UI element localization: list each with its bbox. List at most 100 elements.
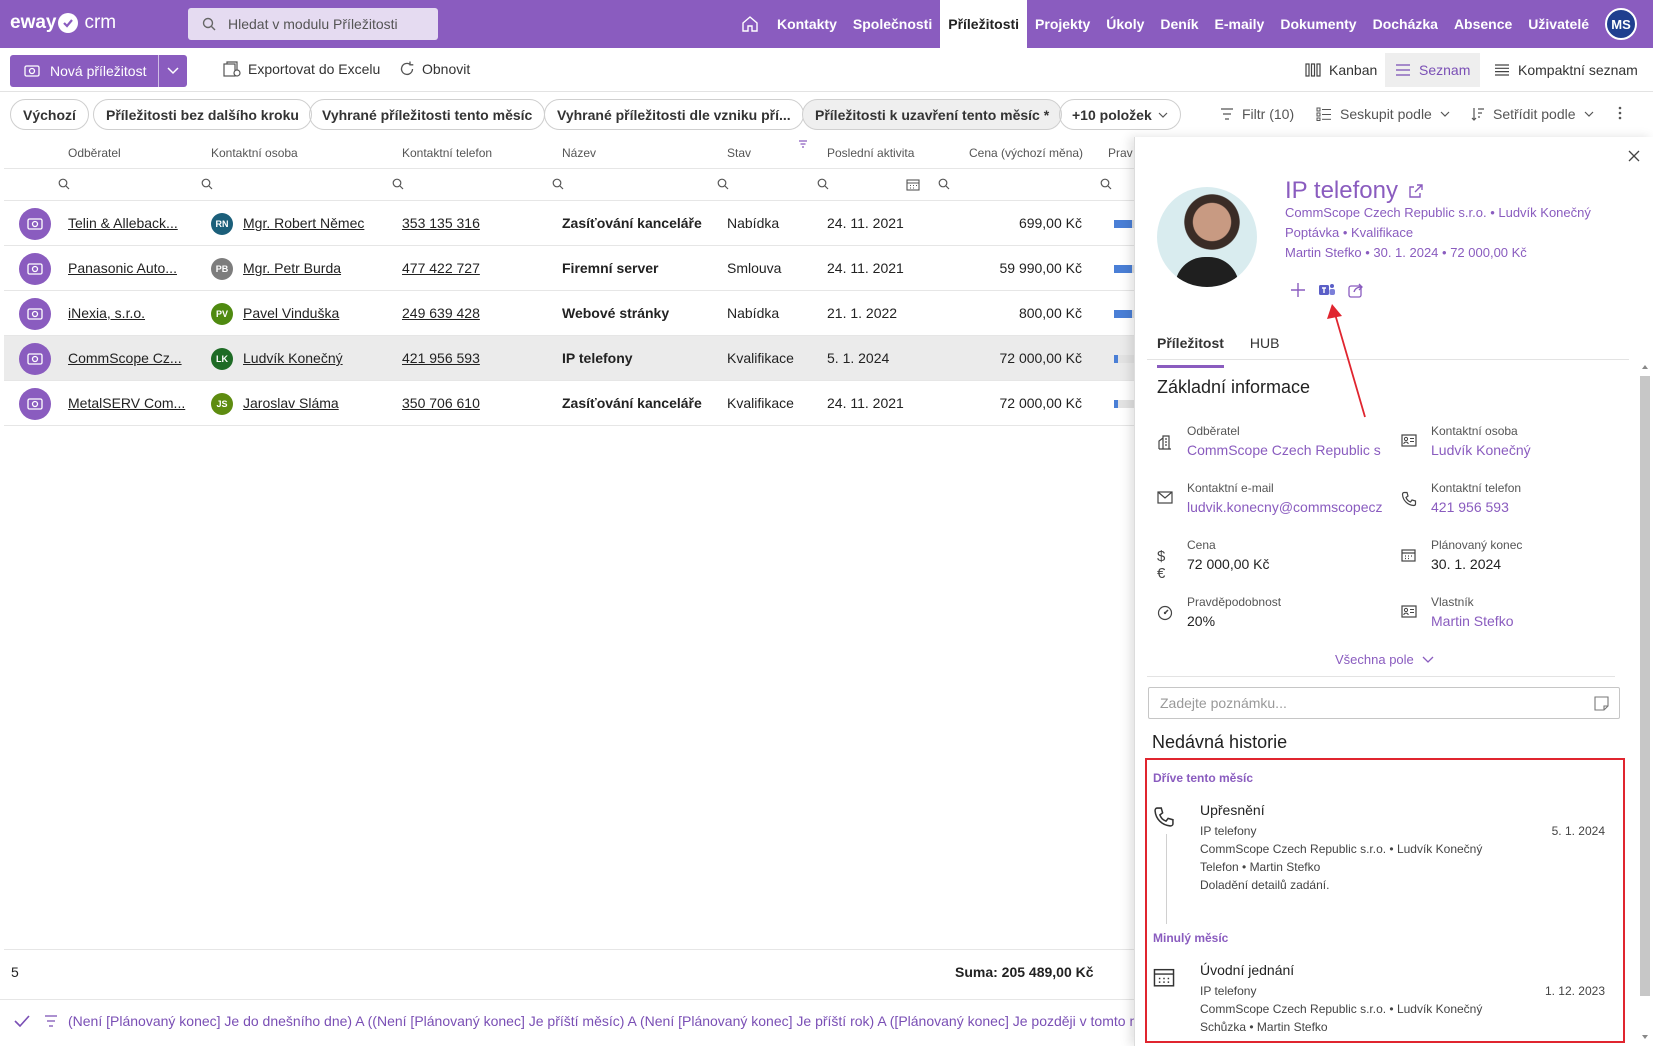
grid-header: Odběratel Kontaktní osoba Kontaktní tele…: [4, 137, 1134, 169]
add-icon[interactable]: [1290, 282, 1306, 298]
list-view-button[interactable]: Seznam: [1385, 53, 1481, 87]
checkmark-icon[interactable]: [14, 1014, 30, 1027]
customer-link[interactable]: Panasonic Auto...: [68, 260, 177, 276]
kanban-view-button[interactable]: Kanban: [1295, 53, 1387, 87]
contact-link[interactable]: Ludvík Konečný: [243, 350, 343, 366]
table-row[interactable]: Panasonic Auto... PB Mgr. Petr Burda 477…: [4, 246, 1134, 291]
tab-prilezitost[interactable]: Příležitost: [1157, 327, 1224, 368]
customer-link[interactable]: Telin & Alleback...: [68, 215, 178, 231]
filter-button[interactable]: Filtr (10): [1220, 106, 1294, 122]
phone-link[interactable]: 249 639 428: [402, 305, 480, 321]
chip-vyhrane-dle-vzniku[interactable]: Vyhrané příležitosti dle vzniku pří...: [544, 99, 804, 130]
column-search-icon[interactable]: [817, 178, 829, 190]
phone-link[interactable]: 421 956 593: [402, 350, 480, 366]
table-row[interactable]: MetalSERV Com... JS Jaroslav Sláma 350 7…: [4, 381, 1134, 426]
group-by-button[interactable]: Seskupit podle: [1316, 106, 1458, 122]
contact-link[interactable]: Pavel Vinduška: [243, 305, 339, 321]
nav-projekty[interactable]: Projekty: [1027, 0, 1098, 48]
probability-bar: [1114, 400, 1134, 408]
nav-kontakty[interactable]: Kontakty: [769, 0, 845, 48]
detail-actions: [1290, 282, 1364, 298]
table-row[interactable]: iNexia, s.r.o. PV Pavel Vinduška 249 639…: [4, 291, 1134, 336]
close-icon[interactable]: [1627, 149, 1641, 163]
nav-uzivatele[interactable]: Uživatelé: [1520, 0, 1597, 48]
detail-meta-status[interactable]: Poptávka • Kvalifikace: [1285, 225, 1413, 240]
filter-expression[interactable]: (Není [Plánovaný konec] Je do dnešního d…: [68, 1013, 1134, 1029]
column-search-icon[interactable]: [201, 178, 213, 190]
compact-list-view-button[interactable]: Kompaktní seznam: [1484, 53, 1648, 87]
column-header-cena[interactable]: Cena (výchozí měna): [969, 146, 1083, 160]
contact-link[interactable]: Mgr. Robert Němec: [243, 215, 364, 231]
opportunity-icon: [19, 253, 51, 285]
all-fields-toggle[interactable]: Všechna pole: [1335, 652, 1434, 667]
chip-vychozi[interactable]: Výchozí: [10, 99, 89, 130]
column-header-odberatel[interactable]: Odběratel: [68, 146, 121, 160]
calendar-icon[interactable]: [906, 178, 920, 191]
column-header-stav[interactable]: Stav: [727, 146, 751, 160]
user-avatar[interactable]: MS: [1605, 8, 1637, 40]
column-search-icon[interactable]: [552, 178, 564, 190]
phone-value-link[interactable]: 421 956 593: [1431, 499, 1626, 515]
nav-absence[interactable]: Absence: [1446, 0, 1520, 48]
eway-logo[interactable]: eway crm: [10, 12, 116, 34]
column-header-nazev[interactable]: Název: [562, 146, 596, 160]
column-header-pravdepodobnost[interactable]: Prav: [1108, 146, 1133, 160]
phone-link[interactable]: 477 422 727: [402, 260, 480, 276]
more-options-icon[interactable]: [1618, 106, 1630, 120]
chevron-down-icon[interactable]: [159, 67, 187, 75]
column-search-icon[interactable]: [58, 178, 70, 190]
scrollbar-thumb[interactable]: [1640, 376, 1650, 996]
chip-vyhrane-tento-mesic[interactable]: Vyhrané příležitosti tento měsíc: [309, 99, 546, 130]
open-external-icon[interactable]: [1398, 183, 1424, 199]
home-icon[interactable]: [737, 0, 763, 48]
chip-k-uzavreni-tento-mesic[interactable]: Příležitosti k uzavření tento měsíc *: [802, 99, 1063, 130]
phone-link[interactable]: 350 706 610: [402, 395, 480, 411]
customer-value-link[interactable]: CommScope Czech Republic s.r.o.: [1187, 442, 1382, 458]
column-search-icon[interactable]: [1100, 178, 1112, 190]
nav-ukoly[interactable]: Úkoly: [1098, 0, 1152, 48]
history-title[interactable]: Úvodní jednání: [1200, 962, 1294, 978]
column-header-kontaktni-osoba[interactable]: Kontaktní osoba: [211, 146, 298, 160]
contact-value-link[interactable]: Ludvík Konečný: [1431, 442, 1626, 458]
chip-bez-dalsiho-kroku[interactable]: Příležitosti bez dalšího kroku: [93, 99, 312, 130]
tab-hub[interactable]: HUB: [1250, 327, 1280, 368]
column-search-icon[interactable]: [938, 178, 950, 190]
owner-value-link[interactable]: Martin Stefko: [1431, 613, 1626, 629]
column-header-posledni-aktivita[interactable]: Poslední aktivita: [827, 146, 914, 160]
new-opportunity-button[interactable]: Nová příležitost: [10, 55, 159, 87]
table-row-selected[interactable]: CommScope Cz... LK Ludvík Konečný 421 95…: [4, 336, 1134, 381]
history-title[interactable]: Upřesnění: [1200, 802, 1265, 818]
phone-link[interactable]: 353 135 316: [402, 215, 480, 231]
contact-link[interactable]: Mgr. Petr Burda: [243, 260, 341, 276]
customer-link[interactable]: CommScope Cz...: [68, 350, 182, 366]
nav-emaily[interactable]: E-maily: [1207, 0, 1273, 48]
column-search-icon[interactable]: [392, 178, 404, 190]
customer-link[interactable]: MetalSERV Com...: [68, 395, 185, 411]
customer-link[interactable]: iNexia, s.r.o.: [68, 305, 145, 321]
filter-label: Filtr (10): [1242, 106, 1295, 122]
contact-link[interactable]: Jaroslav Sláma: [243, 395, 339, 411]
refresh-button[interactable]: Obnovit: [399, 61, 470, 77]
note-input[interactable]: Zadejte poznámku...: [1148, 687, 1620, 719]
nav-dokumenty[interactable]: Dokumenty: [1272, 0, 1364, 48]
price-cell: 72 000,00 Kč: [999, 350, 1082, 366]
nav-prilezitosti[interactable]: Příležitosti: [940, 0, 1028, 48]
nav-dochazka[interactable]: Docházka: [1365, 0, 1446, 48]
email-value-link[interactable]: ludvik.konecny@commscopeczech.cz: [1187, 499, 1382, 515]
sort-by-button[interactable]: Setřídit podle: [1471, 106, 1602, 122]
share-icon[interactable]: [1348, 282, 1364, 298]
table-row[interactable]: Telin & Alleback... RN Mgr. Robert Němec…: [4, 201, 1134, 246]
column-header-kontaktni-telefon[interactable]: Kontaktní telefon: [402, 146, 492, 160]
column-search-icon[interactable]: [717, 178, 729, 190]
export-excel-button[interactable]: Exportovat do Excelu: [223, 61, 380, 77]
detail-meta-company[interactable]: CommScope Czech Republic s.r.o. • Ludvík…: [1285, 205, 1591, 220]
opportunity-title[interactable]: IP telefony: [1285, 177, 1424, 205]
module-search-input[interactable]: Hledat v modulu Příležitosti: [188, 8, 438, 40]
chip-more-items[interactable]: +10 položek: [1059, 99, 1181, 130]
teams-icon[interactable]: [1318, 282, 1336, 298]
panel-scrollbar[interactable]: [1639, 362, 1651, 1042]
nav-spolecnosti[interactable]: Společnosti: [845, 0, 940, 48]
state-cell: Nabídka: [727, 215, 780, 231]
nav-denik[interactable]: Deník: [1152, 0, 1206, 48]
detail-meta-owner[interactable]: Martin Stefko • 30. 1. 2024 • 72 000,00 …: [1285, 245, 1527, 260]
